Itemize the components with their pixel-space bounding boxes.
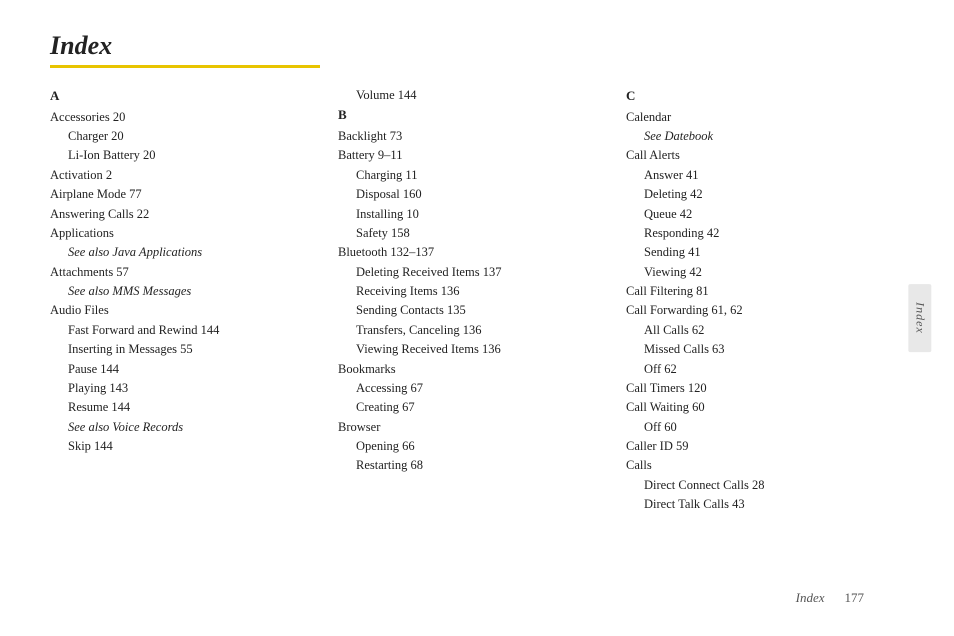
col-a: A Accessories 20Charger 20Li-Ion Battery … <box>50 86 338 582</box>
index-entry: Battery 9–11 <box>338 146 616 165</box>
index-entry: Resume 144 <box>50 398 328 417</box>
index-entry: All Calls 62 <box>626 321 904 340</box>
title-section: Index <box>50 30 914 78</box>
index-entry: Opening 66 <box>338 437 616 456</box>
index-entry: Volume 144 <box>338 86 616 105</box>
index-entry: Disposal 160 <box>338 185 616 204</box>
footer-label: Index <box>796 590 825 606</box>
index-entry: Deleting Received Items 137 <box>338 263 616 282</box>
columns-container: A Accessories 20Charger 20Li-Ion Battery … <box>50 86 914 582</box>
index-entry: Call Forwarding 61, 62 <box>626 301 904 320</box>
index-entry: Charging 11 <box>338 166 616 185</box>
index-entry: See also Java Applications <box>50 243 328 262</box>
sidebar-label: Index <box>909 284 932 352</box>
index-entry: Calls <box>626 456 904 475</box>
index-entry: Transfers, Canceling 136 <box>338 321 616 340</box>
index-entry: Airplane Mode 77 <box>50 185 328 204</box>
index-entry: Li-Ion Battery 20 <box>50 146 328 165</box>
index-entry: Direct Connect Calls 28 <box>626 476 904 495</box>
index-entry: Safety 158 <box>338 224 616 243</box>
index-entry: Off 62 <box>626 360 904 379</box>
page-footer: Index 177 <box>50 590 914 606</box>
col-b: Volume 144 B Backlight 73Battery 9–11Charg… <box>338 86 626 582</box>
index-entry: Skip 144 <box>50 437 328 456</box>
index-entry: Charger 20 <box>50 127 328 146</box>
index-entry: Browser <box>338 418 616 437</box>
index-entry: Accessories 20 <box>50 108 328 127</box>
col-c: C CalendarSee DatebookCall AlertsAnswer 4… <box>626 86 914 582</box>
index-entry: Accessing 67 <box>338 379 616 398</box>
index-entry: Calendar <box>626 108 904 127</box>
index-entry: Sending 41 <box>626 243 904 262</box>
index-entry: Answering Calls 22 <box>50 205 328 224</box>
index-entry: Audio Files <box>50 301 328 320</box>
index-entry: See also Voice Records <box>50 418 328 437</box>
index-entry: Deleting 42 <box>626 185 904 204</box>
title-underline <box>50 65 320 68</box>
index-entry: Viewing 42 <box>626 263 904 282</box>
index-entry: Bookmarks <box>338 360 616 379</box>
page: Index A Accessories 20Charger 20Li-Ion Ba… <box>0 0 954 636</box>
index-entry: Installing 10 <box>338 205 616 224</box>
index-entry: Queue 42 <box>626 205 904 224</box>
index-entry: Call Timers 120 <box>626 379 904 398</box>
index-entry: Receiving Items 136 <box>338 282 616 301</box>
index-entry: Applications <box>50 224 328 243</box>
index-entry: See Datebook <box>626 127 904 146</box>
index-entry: Activation 2 <box>50 166 328 185</box>
index-entry: Direct Talk Calls 43 <box>626 495 904 514</box>
index-entry: Backlight 73 <box>338 127 616 146</box>
col-letter-c: C <box>626 88 904 104</box>
index-entry: Fast Forward and Rewind 144 <box>50 321 328 340</box>
index-entry: Creating 67 <box>338 398 616 417</box>
index-entry: Missed Calls 63 <box>626 340 904 359</box>
index-entry: Attachments 57 <box>50 263 328 282</box>
index-entry: Viewing Received Items 136 <box>338 340 616 359</box>
index-entry: Restarting 68 <box>338 456 616 475</box>
index-entry: Call Filtering 81 <box>626 282 904 301</box>
index-entry: Call Alerts <box>626 146 904 165</box>
index-entry: Answer 41 <box>626 166 904 185</box>
footer-page: 177 <box>845 590 865 606</box>
col-letter-a: A <box>50 88 328 104</box>
index-entry: Inserting in Messages 55 <box>50 340 328 359</box>
index-entry: Call Waiting 60 <box>626 398 904 417</box>
index-entry: Bluetooth 132–137 <box>338 243 616 262</box>
index-entry: Off 60 <box>626 418 904 437</box>
col-letter-b: B <box>338 107 616 123</box>
index-entry: Pause 144 <box>50 360 328 379</box>
index-entry: See also MMS Messages <box>50 282 328 301</box>
index-entry: Sending Contacts 135 <box>338 301 616 320</box>
page-title: Index <box>50 30 914 61</box>
index-entry: Caller ID 59 <box>626 437 904 456</box>
index-entry: Responding 42 <box>626 224 904 243</box>
index-entry: Playing 143 <box>50 379 328 398</box>
